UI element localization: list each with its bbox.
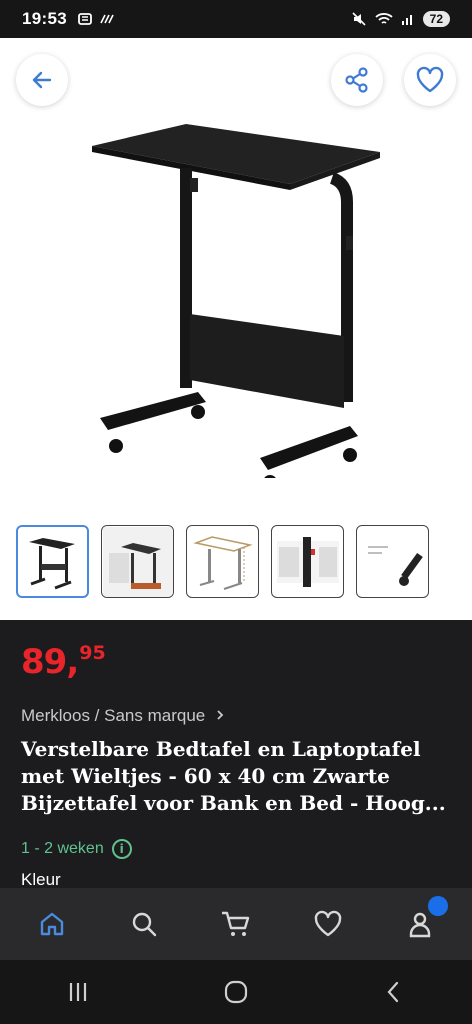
notification-icon xyxy=(78,13,92,25)
info-icon[interactable]: i xyxy=(111,839,132,859)
product-image[interactable] xyxy=(80,118,390,478)
thumbnail-image xyxy=(367,545,423,586)
heart-icon xyxy=(416,66,444,93)
back-button[interactable] xyxy=(16,54,68,106)
brand-link[interactable]: Merkloos / Sans marque xyxy=(21,706,226,726)
nav-search[interactable] xyxy=(114,894,174,954)
arrow-left-icon xyxy=(32,71,52,89)
thumbnail-1[interactable] xyxy=(16,525,89,598)
wifi-calling-icon xyxy=(100,14,114,24)
nav-account[interactable] xyxy=(390,894,450,954)
thumbnail-5[interactable] xyxy=(356,525,429,598)
product-info: 89,95 Merkloos / Sans marque Verstelbare… xyxy=(0,620,472,889)
status-bar: 19:53 72 xyxy=(0,0,472,38)
thumbnail-3[interactable] xyxy=(186,525,259,598)
system-navigation xyxy=(0,960,472,1024)
signal-icon xyxy=(401,15,412,25)
price-cents: 95 xyxy=(79,642,106,664)
status-time: 19:53 xyxy=(22,9,67,28)
share-button[interactable] xyxy=(331,54,383,106)
delivery-time: 1 - 2 weken i xyxy=(21,839,132,859)
delivery-label: 1 - 2 weken xyxy=(21,840,104,857)
product-title: Verstelbare Bedtafel en Laptoptafel met … xyxy=(21,737,446,815)
screen: 19:53 72 89,95 Merkloos / Sans marque Ve… xyxy=(0,0,472,1024)
thumbnail-strip xyxy=(16,525,429,598)
thumbnail-image xyxy=(28,537,75,589)
wifi-icon xyxy=(375,13,393,24)
bottom-navigation xyxy=(0,888,472,960)
thumbnail-image xyxy=(102,526,173,597)
home-icon xyxy=(40,912,64,936)
cart-icon xyxy=(222,911,250,936)
mute-icon xyxy=(352,12,366,26)
heart-icon xyxy=(314,910,342,937)
thumbnail-2[interactable] xyxy=(101,525,174,598)
battery-badge: 72 xyxy=(422,11,450,27)
price-main: 89, xyxy=(21,642,79,682)
color-label: Kleur xyxy=(21,870,61,889)
nav-home[interactable] xyxy=(22,894,82,954)
search-icon xyxy=(132,912,157,937)
recent-apps-icon[interactable] xyxy=(66,980,90,1004)
favorite-button[interactable] xyxy=(404,54,456,106)
share-icon xyxy=(345,67,368,93)
thumbnail-image xyxy=(192,535,253,590)
price: 89,95 xyxy=(21,642,106,682)
notification-badge xyxy=(428,896,448,916)
home-button-icon[interactable] xyxy=(223,979,249,1005)
back-nav-icon[interactable] xyxy=(382,980,406,1004)
thumbnail-4[interactable] xyxy=(271,525,344,598)
nav-favorites[interactable] xyxy=(298,894,358,954)
brand-label: Merkloos / Sans marque xyxy=(21,706,206,725)
product-gallery xyxy=(0,38,472,620)
nav-cart[interactable] xyxy=(206,894,266,954)
chevron-right-icon xyxy=(217,710,224,720)
thumbnail-image xyxy=(276,536,339,587)
